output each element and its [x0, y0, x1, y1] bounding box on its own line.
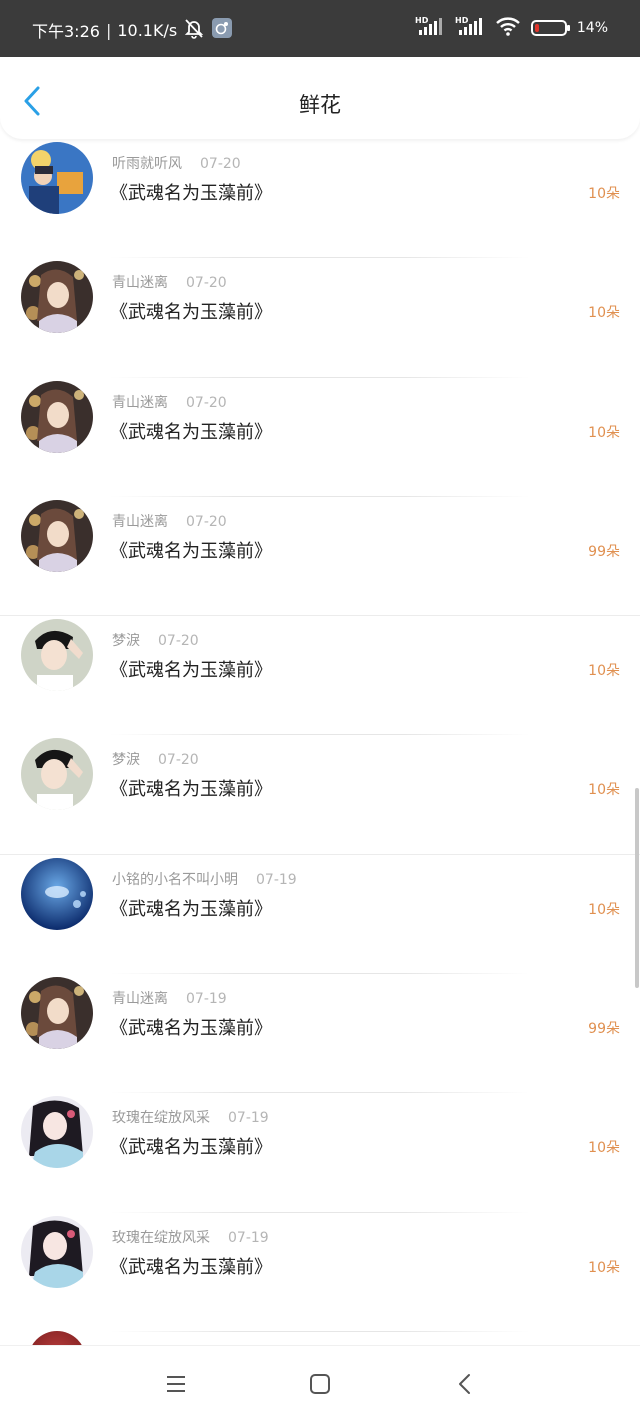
record-date: 07-20 — [158, 752, 199, 769]
hd-signal-icon-2: HD — [455, 15, 485, 41]
user-name: 青山迷离 07-20 — [112, 392, 227, 412]
flower-amount: 99朵 — [588, 543, 620, 560]
user-name: 青山迷离 07-20 — [112, 272, 227, 292]
user-name-text: 青山迷离 — [112, 513, 168, 530]
divider — [110, 1330, 530, 1332]
user-name-text: 青山迷离 — [112, 275, 168, 292]
record-date: 07-20 — [186, 275, 227, 292]
avatar[interactable] — [21, 738, 93, 811]
flower-amount: 10朵 — [588, 901, 620, 918]
user-name-text: 小铭的小名不叫小明 — [112, 871, 238, 888]
list-item[interactable]: 青山迷离 07-20 《武魂名为玉藻前》 10朵 — [0, 258, 640, 378]
page-title: 鲜花 — [299, 93, 341, 117]
record-date: 07-20 — [158, 633, 199, 650]
battery-level — [534, 24, 539, 32]
record-date: 07-19 — [228, 1110, 269, 1127]
list-item[interactable]: 小铭的小名不叫小明 07-19 《武魂名为玉藻前》 10朵 — [0, 855, 640, 975]
status-right: HD HD 14% — [415, 15, 608, 41]
user-name: 梦淚 07-20 — [112, 749, 199, 769]
avatar[interactable] — [21, 380, 93, 453]
list-item[interactable]: 玫瑰在绽放风采 07-19 《武魂名为玉藻前》 10朵 — [0, 1093, 640, 1213]
user-name-text: 梦淚 — [112, 633, 140, 650]
avatar[interactable] — [21, 977, 93, 1050]
user-name-text: 梦淚 — [112, 752, 140, 769]
book-title[interactable]: 《武魂名为玉藻前》 — [110, 537, 272, 563]
book-title[interactable]: 《武魂名为玉藻前》 — [110, 298, 272, 324]
record-date: 07-20 — [200, 156, 241, 172]
status-bar: 下午3:26 | 10.1K/s HD HD 14% — [0, 0, 640, 57]
back-arrow-icon — [459, 1374, 470, 1394]
flower-amount: 99朵 — [588, 1021, 620, 1038]
app-notification-icon — [211, 17, 233, 43]
book-title[interactable]: 《武魂名为玉藻前》 — [110, 656, 272, 682]
list-item[interactable]: 青山迷离 07-20 《武魂名为玉藻前》 10朵 — [0, 378, 640, 497]
user-name: 听雨就听风 07-20 — [112, 153, 241, 173]
list-item[interactable]: 玫瑰在绽放风采 07-19 《武魂名为玉藻前》 10朵 — [0, 1213, 640, 1332]
menu-icon — [167, 1376, 185, 1392]
book-title[interactable]: 《武魂名为玉藻前》 — [110, 895, 272, 921]
book-title[interactable]: 《武魂名为玉藻前》 — [110, 418, 272, 444]
record-date: 07-20 — [186, 394, 227, 411]
avatar[interactable] — [21, 619, 93, 692]
flower-amount: 10朵 — [588, 782, 620, 799]
book-title[interactable]: 《武魂名为玉藻前》 — [110, 775, 272, 801]
battery-percent: 14% — [576, 20, 608, 36]
record-date: 07-19 — [228, 1229, 269, 1246]
flower-amount: 10朵 — [588, 1259, 620, 1276]
user-name-text: 青山迷离 — [112, 991, 168, 1008]
avatar[interactable] — [21, 142, 93, 214]
avatar[interactable] — [21, 261, 93, 334]
user-name: 小铭的小名不叫小明 07-19 — [112, 869, 297, 889]
flower-amount: 10朵 — [588, 424, 620, 441]
avatar[interactable] — [21, 857, 93, 930]
avatar[interactable] — [21, 1096, 93, 1169]
flower-amount: 10朵 — [588, 1140, 620, 1157]
user-name: 青山迷离 07-19 — [112, 988, 227, 1008]
svg-text:HD: HD — [415, 16, 429, 25]
status-time: 下午3:26 — [32, 22, 100, 41]
nav-back-button[interactable] — [454, 1372, 478, 1396]
user-name-text: 听雨就听风 — [112, 156, 182, 172]
book-title[interactable]: 《武魂名为玉藻前》 — [110, 1253, 272, 1279]
list-item[interactable]: 青山迷离 07-19 《武魂名为玉藻前》 99朵 — [0, 974, 640, 1094]
flower-amount: 10朵 — [588, 186, 620, 202]
book-title[interactable]: 《武魂名为玉藻前》 — [110, 1014, 272, 1040]
network-speed: 10.1K/s — [117, 20, 178, 40]
system-nav-bar — [0, 1345, 640, 1423]
user-name: 梦淚 07-20 — [112, 630, 199, 650]
status-separator: | — [105, 20, 112, 40]
avatar[interactable] — [21, 1215, 93, 1288]
user-name: 青山迷离 07-20 — [112, 511, 227, 531]
wifi-icon — [495, 15, 521, 41]
list-item[interactable]: 青山迷离 07-20 《武魂名为玉藻前》 99朵 — [0, 497, 640, 617]
avatar[interactable] — [21, 499, 93, 572]
battery-icon — [530, 20, 570, 36]
record-date: 07-20 — [186, 513, 227, 530]
user-name-text: 玫瑰在绽放风采 — [112, 1229, 210, 1246]
record-date: 07-19 — [186, 991, 227, 1008]
scrollbar[interactable] — [635, 788, 639, 988]
header: 鲜花 — [0, 57, 640, 139]
hd-signal-icon: HD — [415, 15, 445, 41]
user-name: 玫瑰在绽放风采 07-19 — [112, 1107, 269, 1127]
mute-bell-icon — [183, 17, 205, 43]
status-left: 下午3:26 | 10.1K/s — [32, 17, 233, 43]
home-square-icon — [310, 1374, 330, 1394]
flower-record-list[interactable]: 听雨就听风 07-20 《武魂名为玉藻前》 10朵 青山迷离 07-20 《武魂名为玉藻前》… — [0, 139, 640, 1345]
flower-amount: 10朵 — [588, 663, 620, 680]
list-item[interactable]: 梦淚 07-20 《武魂名为玉藻前》 10朵 — [0, 616, 640, 736]
flower-amount: 10朵 — [588, 305, 620, 322]
record-date: 07-19 — [256, 871, 297, 888]
list-item[interactable]: 听雨就听风 07-20 《武魂名为玉藻前》 10朵 — [0, 139, 640, 259]
svg-text:HD: HD — [455, 16, 469, 25]
user-name-text: 青山迷离 — [112, 394, 168, 411]
book-title[interactable]: 《武魂名为玉藻前》 — [110, 179, 272, 205]
home-button[interactable] — [308, 1372, 332, 1396]
menu-button[interactable] — [164, 1372, 188, 1396]
book-title[interactable]: 《武魂名为玉藻前》 — [110, 1133, 272, 1159]
user-name-text: 玫瑰在绽放风采 — [112, 1110, 210, 1127]
user-name: 玫瑰在绽放风采 07-19 — [112, 1227, 269, 1247]
list-item[interactable]: 梦淚 07-20 《武魂名为玉藻前》 10朵 — [0, 735, 640, 855]
